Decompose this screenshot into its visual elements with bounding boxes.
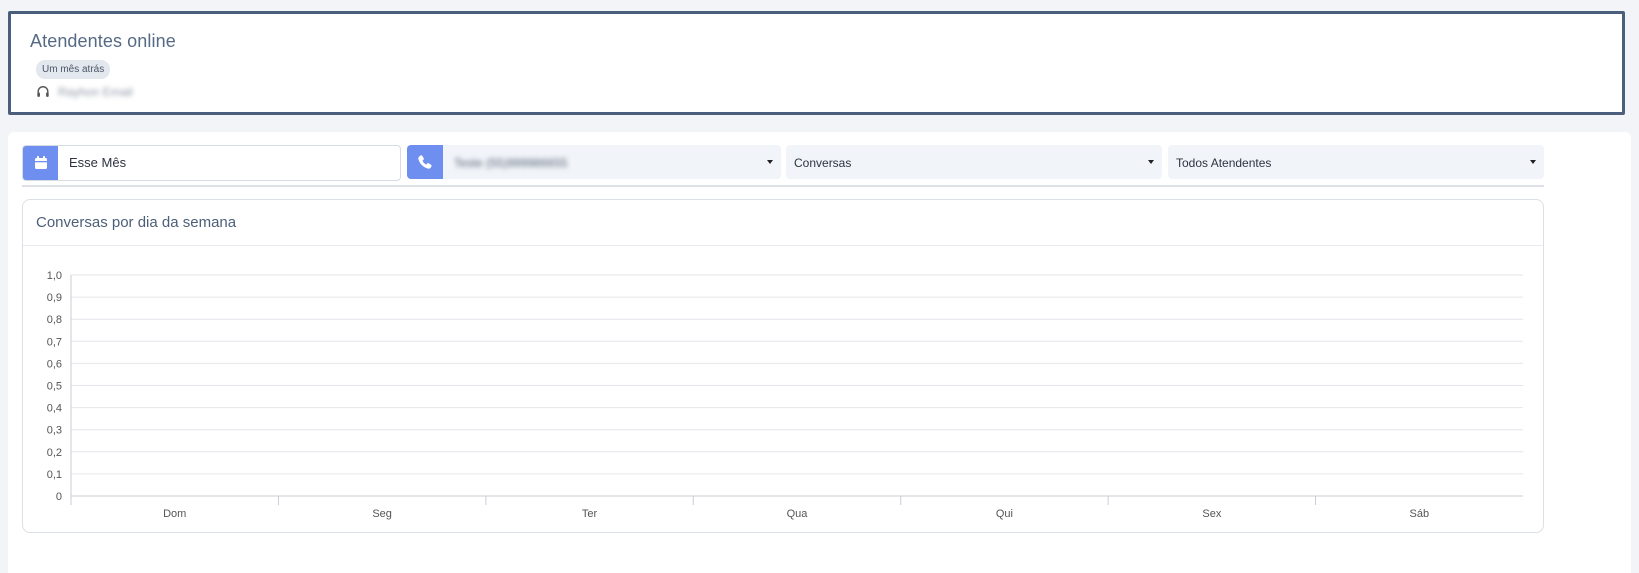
online-agents-title: Atendentes online [30,31,176,51]
y-tick-label: 0,3 [47,425,62,437]
x-tick-label: Ter [582,508,598,520]
x-tick-label: Dom [163,508,186,520]
x-tick-label: Seg [372,508,392,520]
calendar-icon [23,146,58,180]
chart-header: Conversas por dia da semana [23,200,1543,246]
metric-select[interactable]: Conversas [786,145,1162,179]
online-agents-card: Atendentes online Um mês atrás Rayhon Em… [8,11,1625,115]
y-tick-label: 0,6 [47,358,62,370]
chevron-down-icon [1530,160,1536,164]
y-tick-label: 0,1 [47,469,62,481]
chevron-down-icon [767,160,773,164]
metric-select-value: Conversas [794,156,852,170]
y-tick-label: 0 [56,491,62,503]
y-tick-label: 0,7 [47,336,62,348]
y-tick-label: 1,0 [47,270,62,282]
agent-name: Rayhon Email [58,85,133,99]
date-range-value: Esse Mês [69,155,127,170]
agents-select-value: Todos Atendentes [1176,156,1272,170]
dashboard-panel: Esse Mês Teste (55)999986655 Conversas T… [8,132,1631,573]
x-tick-label: Sáb [1409,508,1429,520]
chevron-down-icon [1148,160,1154,164]
time-badge: Um mês atrás [36,60,111,79]
x-tick-label: Qua [787,508,809,520]
y-tick-label: 0,8 [47,314,62,326]
online-agents-card-body: Atendentes online Um mês atrás Rayhon Em… [14,17,1619,109]
phone-select[interactable]: Teste (55)999986655 [407,145,781,179]
x-tick-label: Sex [1202,508,1221,520]
y-tick-label: 0,4 [47,403,62,415]
agent-item[interactable]: Rayhon Email [36,85,133,99]
chart-card: Conversas por dia da semana 0 0,1 0,2 0,3 0,… [22,199,1544,533]
agents-select[interactable]: Todos Atendentes [1168,145,1544,179]
y-tick-label: 0,2 [47,447,62,459]
phone-select-value: Teste (55)999986655 [454,156,568,170]
phone-icon [407,145,443,179]
chart-title: Conversas por dia da semana [36,214,237,231]
y-tick-label: 0,9 [47,292,62,304]
y-tick-label: 0,5 [47,381,62,393]
x-tick-label: Qui [996,508,1013,520]
bar-chart: 0 0,1 0,2 0,3 0,4 0,5 0,6 0,7 0,8 0,9 1,0 Dom Seg Ter… [47,270,1523,520]
divider [22,185,1544,187]
date-range-picker[interactable]: Esse Mês [22,145,401,181]
headset-icon [37,86,49,97]
